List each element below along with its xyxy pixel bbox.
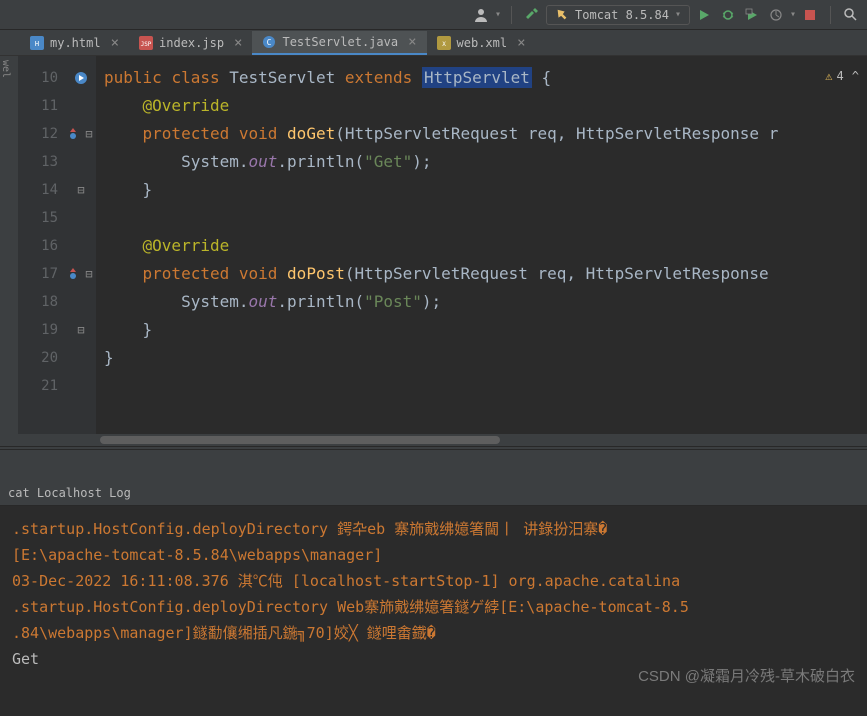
tab-testservlet[interactable]: C TestServlet.java × bbox=[252, 31, 426, 55]
horizontal-scrollbar[interactable] bbox=[0, 434, 867, 446]
svg-text:H: H bbox=[35, 40, 39, 48]
search-icon[interactable] bbox=[841, 5, 861, 25]
xml-file-icon: X bbox=[437, 36, 451, 50]
close-icon[interactable]: × bbox=[234, 35, 242, 51]
coverage-icon[interactable] bbox=[742, 5, 762, 25]
line-number: 21 bbox=[18, 372, 58, 400]
run-icon[interactable] bbox=[694, 5, 714, 25]
tab-label: TestServlet.java bbox=[282, 35, 398, 49]
tab-index-jsp[interactable]: JSP index.jsp × bbox=[129, 31, 252, 55]
line-number: 12 bbox=[18, 120, 58, 148]
run-config-selector[interactable]: Tomcat 8.5.84 ▾ bbox=[546, 5, 690, 25]
override-icon[interactable] bbox=[69, 268, 77, 280]
line-number: 16 bbox=[18, 232, 58, 260]
console-tab-label: cat Localhost Log bbox=[8, 486, 131, 500]
run-config-label: Tomcat 8.5.84 bbox=[575, 8, 669, 22]
left-tool-strip[interactable]: wel bbox=[0, 56, 18, 434]
close-icon[interactable]: × bbox=[111, 35, 119, 51]
inspection-badge[interactable]: ⚠4^ bbox=[825, 62, 859, 90]
stop-icon[interactable] bbox=[800, 5, 820, 25]
svg-text:X: X bbox=[442, 41, 446, 48]
console-output[interactable]: .startup.HostConfig.deployDirectory 鍔卆eb… bbox=[0, 506, 867, 696]
java-class-icon: C bbox=[262, 35, 276, 49]
html-file-icon: H bbox=[30, 36, 44, 50]
log-line: .startup.HostConfig.deployDirectory 鍔卆eb… bbox=[12, 516, 855, 542]
line-number: 20 bbox=[18, 344, 58, 372]
line-number: 18 bbox=[18, 288, 58, 316]
hammer-icon[interactable] bbox=[522, 5, 542, 25]
line-number: 14 bbox=[18, 176, 58, 204]
line-number: 11 bbox=[18, 92, 58, 120]
log-line: .startup.HostConfig.deployDirectory Web寨… bbox=[12, 594, 855, 620]
log-line: 03-Dec-2022 16:11:08.376 淇℃伅 [localhost-… bbox=[12, 568, 855, 594]
watermark: CSDN @凝霜月冷残-草木破白衣 bbox=[638, 664, 855, 690]
main-toolbar: ▾ Tomcat 8.5.84 ▾ ▾ bbox=[0, 0, 867, 30]
code-content[interactable]: ⚠4^ public class TestServlet extends Htt… bbox=[96, 56, 867, 434]
scrollbar-thumb[interactable] bbox=[100, 436, 500, 444]
line-number: 19 bbox=[18, 316, 58, 344]
svg-text:C: C bbox=[267, 38, 272, 47]
run-gutter-icon[interactable] bbox=[74, 71, 88, 85]
tab-my-html[interactable]: H my.html × bbox=[20, 31, 129, 55]
line-number: 17 bbox=[18, 260, 58, 288]
jsp-file-icon: JSP bbox=[139, 36, 153, 50]
console-tab-header[interactable]: cat Localhost Log bbox=[0, 480, 867, 506]
line-number: 13 bbox=[18, 148, 58, 176]
tab-web-xml[interactable]: X web.xml × bbox=[427, 31, 536, 55]
close-icon[interactable]: × bbox=[408, 34, 416, 50]
debug-icon[interactable] bbox=[718, 5, 738, 25]
editor-tabs: H my.html × JSP index.jsp × C TestServle… bbox=[0, 30, 867, 56]
line-number: 15 bbox=[18, 204, 58, 232]
log-line: [E:\apache-tomcat-8.5.84\webapps\manager… bbox=[12, 542, 855, 568]
line-gutter: 10 11 12 13 14 15 16 17 18 19 20 21 bbox=[18, 56, 66, 434]
profile-icon[interactable] bbox=[766, 5, 786, 25]
close-icon[interactable]: × bbox=[517, 35, 525, 51]
gutter-icons: ⊟ ⊟ ⊟ ⊟ bbox=[66, 56, 96, 434]
tab-label: my.html bbox=[50, 36, 101, 50]
log-line: .84\webapps\manager]鐩勫儴缃插凡鍦╗70]姣╳ 鐩哩畬鐡� bbox=[12, 620, 855, 646]
code-editor[interactable]: wel 10 11 12 13 14 15 16 17 18 19 20 21 … bbox=[0, 56, 867, 434]
tab-label: web.xml bbox=[457, 36, 508, 50]
override-icon[interactable] bbox=[69, 128, 77, 140]
svg-text:JSP: JSP bbox=[141, 41, 152, 48]
tab-label: index.jsp bbox=[159, 36, 224, 50]
user-icon[interactable] bbox=[471, 5, 491, 25]
line-number: 10 bbox=[18, 64, 58, 92]
